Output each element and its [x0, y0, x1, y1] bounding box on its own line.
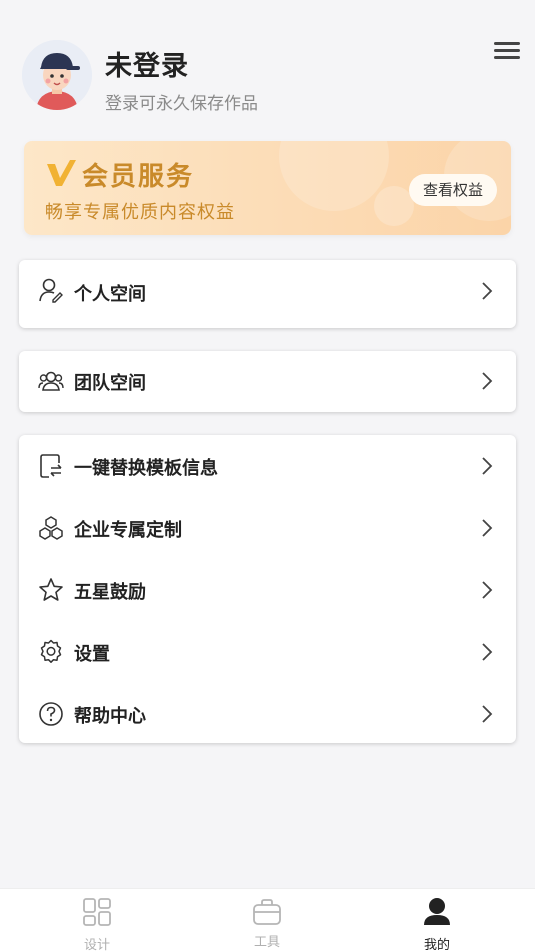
star-icon — [39, 578, 63, 601]
menu-item-five-star[interactable]: 五星鼓励 — [19, 559, 516, 621]
login-status-title[interactable]: 未登录 — [105, 44, 189, 83]
tab-label: 设计 — [83, 938, 110, 951]
user-icon — [424, 898, 450, 925]
gear-icon — [40, 639, 62, 663]
menu-item-label: 一键替换模板信息 — [74, 458, 218, 479]
vip-subtitle: 畅享专属优质内容权益 — [45, 202, 235, 223]
features-card: 一键替换模板信息 企业专属定制 五星鼓励 设置 帮助中心 — [19, 435, 516, 743]
personal-space-card: 个人空间 — [19, 260, 516, 328]
menu-item-settings[interactable]: 设置 — [19, 621, 516, 683]
chevron-right-icon — [482, 282, 493, 300]
team-icon — [38, 371, 64, 391]
help-icon — [39, 702, 63, 726]
vip-title: 会员服务 — [82, 162, 195, 192]
chevron-right-icon — [482, 519, 493, 537]
menu-item-enterprise-custom[interactable]: 企业专属定制 — [19, 497, 516, 559]
replace-template-icon — [40, 454, 62, 478]
personal-space-icon — [39, 278, 63, 303]
chevron-right-icon — [482, 705, 493, 723]
menu-item-label: 团队空间 — [74, 373, 146, 394]
profile-header: 未登录 登录可永久保存作品 — [0, 0, 535, 130]
tab-design[interactable]: 设计 — [57, 889, 137, 951]
menu-item-replace-template[interactable]: 一键替换模板信息 — [19, 435, 516, 497]
login-hint: 登录可永久保存作品 — [105, 94, 258, 114]
menu-item-help-center[interactable]: 帮助中心 — [19, 683, 516, 745]
tab-label: 我的 — [423, 938, 450, 951]
vip-banner[interactable]: 会员服务 畅享专属优质内容权益 查看权益 — [24, 141, 511, 235]
tab-tools[interactable]: 工具 — [227, 889, 307, 951]
tab-label: 工具 — [253, 935, 280, 950]
chevron-right-icon — [482, 643, 493, 661]
tab-mine[interactable]: 我的 — [397, 889, 477, 951]
hexagons-icon — [39, 516, 63, 540]
chevron-right-icon — [482, 581, 493, 599]
menu-item-personal-space[interactable]: 个人空间 — [19, 260, 516, 328]
view-benefits-button[interactable]: 查看权益 — [409, 174, 497, 206]
grid-icon — [83, 898, 111, 926]
vip-logo-icon — [47, 160, 76, 186]
menu-icon[interactable] — [494, 42, 520, 64]
menu-item-team-space[interactable]: 团队空间 — [19, 351, 516, 412]
team-space-card: 团队空间 — [19, 351, 516, 412]
avatar[interactable] — [22, 40, 92, 110]
menu-item-label: 个人空间 — [74, 284, 146, 305]
menu-item-label: 设置 — [74, 644, 110, 665]
menu-item-label: 五星鼓励 — [74, 582, 146, 603]
toolbox-icon — [253, 899, 281, 925]
avatar-illustration — [22, 40, 92, 110]
chevron-right-icon — [482, 372, 493, 390]
menu-item-label: 企业专属定制 — [74, 520, 182, 541]
menu-item-label: 帮助中心 — [74, 706, 146, 727]
bottom-tab-bar: 设计 工具 我的 — [0, 888, 535, 951]
chevron-right-icon — [482, 457, 493, 475]
